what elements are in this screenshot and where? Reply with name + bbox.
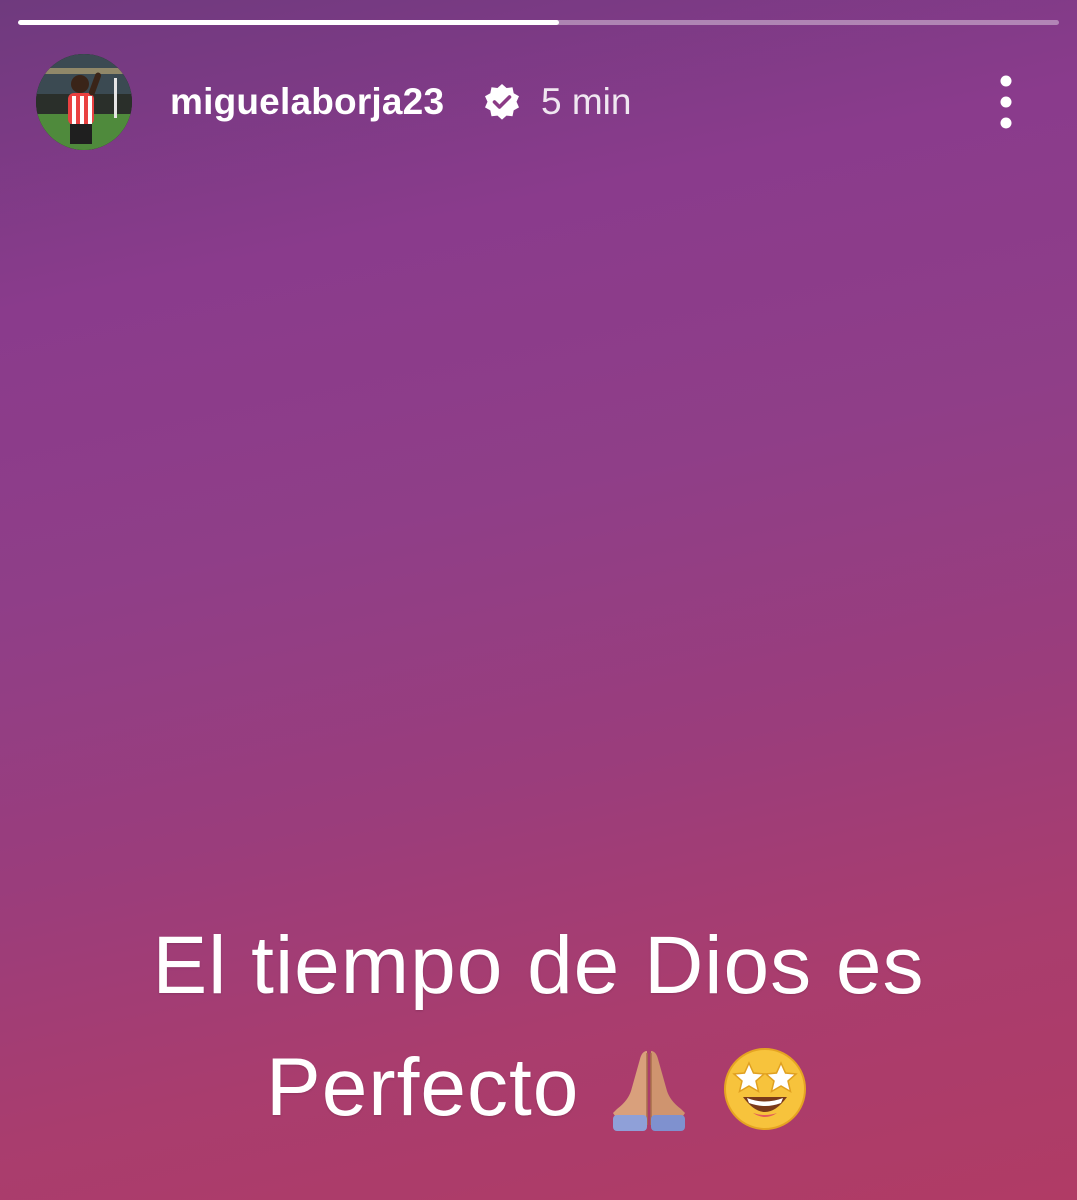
username[interactable]: miguelaborja23 bbox=[170, 80, 444, 124]
story-progress-fill bbox=[18, 20, 560, 25]
story-caption: El tiempo de Dios es Perfecto bbox=[0, 905, 1077, 1149]
verified-badge-icon bbox=[482, 82, 522, 122]
star-struck-icon bbox=[719, 1041, 811, 1133]
avatar[interactable] bbox=[36, 54, 132, 150]
story-header: miguelaborja23 5 min bbox=[36, 54, 1041, 150]
folded-hands-icon bbox=[603, 1041, 695, 1133]
more-vertical-icon[interactable] bbox=[991, 74, 1021, 130]
caption-line-2: Perfecto bbox=[0, 1027, 1077, 1149]
story-viewer[interactable]: miguelaborja23 5 min El tiempo de Dios e… bbox=[0, 0, 1077, 1200]
story-progress-bar bbox=[18, 20, 1059, 25]
caption-line-2-text: Perfecto bbox=[266, 1042, 580, 1133]
post-time: 5 min bbox=[541, 81, 632, 122]
caption-line-1: El tiempo de Dios es bbox=[152, 920, 925, 1011]
